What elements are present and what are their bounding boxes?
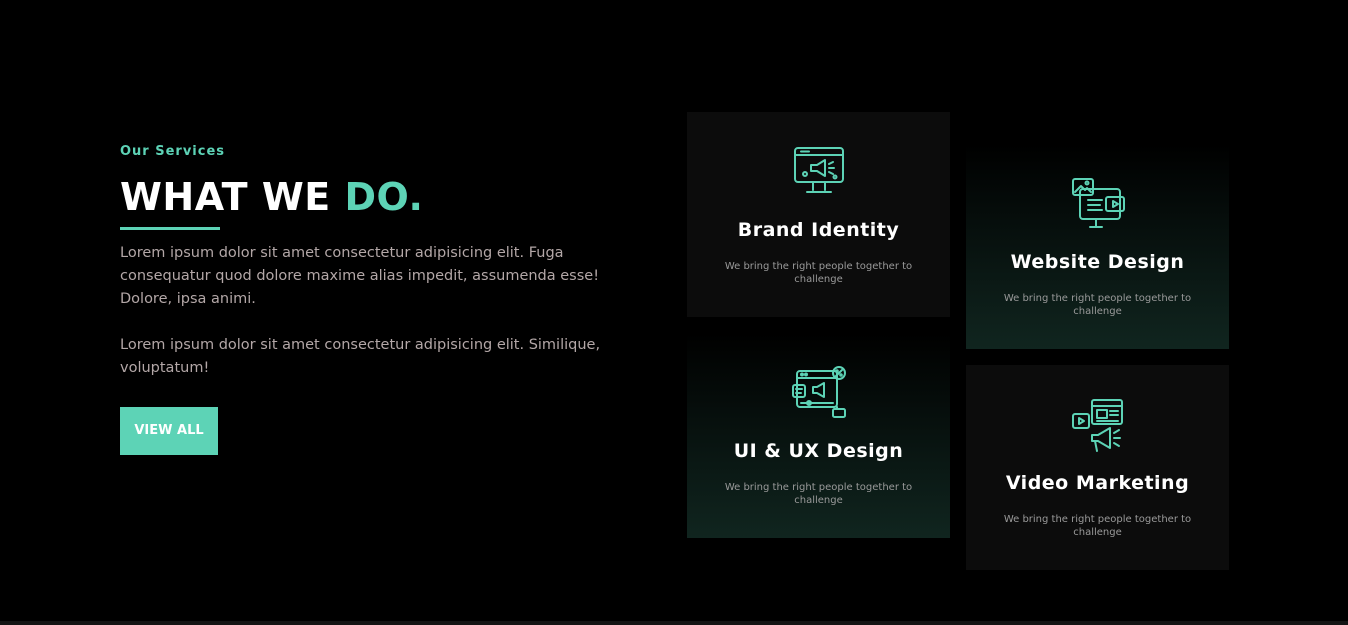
ui-ux-browser-icon [791, 366, 846, 418]
service-card-video-marketing[interactable]: Video Marketing We bring the right peopl… [966, 365, 1229, 570]
service-title: UI & UX Design [733, 440, 904, 462]
intro-paragraph-1: Lorem ipsum dolor sit amet consectetur a… [120, 245, 600, 307]
services-intro: Our Services WHAT WE DO. Lorem ipsum dol… [120, 144, 640, 455]
service-title: Brand Identity [737, 219, 900, 241]
service-card-website-design[interactable]: Website Design We bring the right people… [966, 144, 1229, 349]
services-section: Our Services WHAT WE DO. Lorem ipsum dol… [0, 0, 1348, 625]
section-heading: WHAT WE DO. [120, 175, 640, 219]
service-description: We bring the right people together to ch… [1003, 514, 1192, 538]
service-card-ui-ux-design[interactable]: UI & UX Design We bring the right people… [687, 333, 950, 538]
intro-paragraph-2: Lorem ipsum dolor sit amet consectetur a… [120, 337, 601, 376]
service-description: We bring the right people together to ch… [1003, 293, 1192, 317]
video-megaphone-icon [1071, 399, 1123, 452]
service-description: We bring the right people together to ch… [724, 482, 913, 506]
heading-main: WHAT WE [120, 175, 331, 219]
service-card-brand-identity[interactable]: Brand Identity We bring the right people… [687, 112, 950, 317]
service-description: We bring the right people together to ch… [724, 261, 913, 285]
service-title: Video Marketing [1005, 472, 1190, 494]
section-eyebrow: Our Services [120, 144, 226, 159]
heading-underline [120, 227, 220, 230]
service-title: Website Design [1010, 251, 1185, 273]
heading-accent: DO. [344, 175, 424, 219]
website-media-icon [1071, 178, 1125, 228]
view-all-button[interactable]: VIEW ALL [120, 407, 218, 455]
monitor-megaphone-icon [793, 147, 844, 193]
